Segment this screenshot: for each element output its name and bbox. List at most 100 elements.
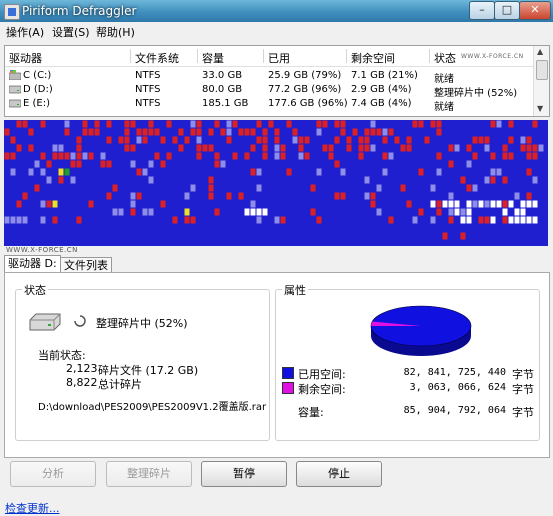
cluster-block xyxy=(298,144,304,152)
cluster-block xyxy=(274,136,280,144)
cluster-block xyxy=(220,128,226,136)
cluster-block xyxy=(406,192,412,200)
cluster-block xyxy=(304,184,310,192)
cluster-block xyxy=(202,144,208,152)
cluster-block xyxy=(418,152,424,160)
cluster-block xyxy=(538,208,544,216)
cluster-block xyxy=(376,120,382,128)
cluster-block xyxy=(148,176,154,184)
pause-button[interactable]: 暂停 xyxy=(201,461,287,487)
column-header-capacity[interactable]: 容量 xyxy=(202,50,224,66)
cluster-block xyxy=(364,144,370,152)
column-header-drive[interactable]: 驱动器 xyxy=(9,50,42,66)
cluster-block xyxy=(70,120,76,128)
cluster-block xyxy=(244,160,250,168)
column-header-used[interactable]: 已用 xyxy=(268,50,290,66)
cluster-block xyxy=(508,192,514,200)
menu-settings[interactable]: 设置(S) xyxy=(52,24,90,40)
minimize-button[interactable]: – xyxy=(469,1,495,20)
close-button[interactable]: ✕ xyxy=(519,1,551,20)
cluster-block xyxy=(16,192,22,200)
cluster-block xyxy=(118,128,124,136)
cluster-block xyxy=(226,216,232,224)
scroll-down-icon[interactable]: ▼ xyxy=(537,104,543,113)
cluster-block xyxy=(442,168,448,176)
cluster-block xyxy=(490,184,496,192)
cluster-block xyxy=(256,160,262,168)
cluster-block xyxy=(442,208,448,216)
cluster-block xyxy=(64,136,70,144)
cluster-block xyxy=(184,152,190,160)
cluster-block xyxy=(358,144,364,152)
cluster-block xyxy=(112,176,118,184)
cluster-block xyxy=(28,176,34,184)
cluster-block xyxy=(406,208,412,216)
cluster-block xyxy=(418,128,424,136)
cluster-block xyxy=(484,136,490,144)
cluster-block xyxy=(334,160,340,168)
title-bar[interactable]: Piriform Defraggler – □ ✕ xyxy=(0,0,553,22)
cluster-block xyxy=(394,128,400,136)
cluster-block xyxy=(508,168,514,176)
cluster-block xyxy=(352,216,358,224)
cluster-block xyxy=(172,200,178,208)
cluster-block xyxy=(58,192,64,200)
cluster-block xyxy=(406,176,412,184)
cluster-block xyxy=(388,120,394,128)
cluster-block xyxy=(376,160,382,168)
cluster-block xyxy=(76,224,82,232)
cluster-block xyxy=(124,192,130,200)
cluster-block xyxy=(478,144,484,152)
cluster-block xyxy=(64,216,70,224)
cluster-block xyxy=(82,128,88,136)
cluster-block xyxy=(514,120,520,128)
cluster-block xyxy=(196,144,202,152)
defrag-button[interactable]: 整理碎片 xyxy=(106,461,192,487)
cluster-block xyxy=(28,136,34,144)
cluster-block xyxy=(148,208,154,216)
check-updates-link[interactable]: 检查更新... xyxy=(5,500,60,516)
analyze-button[interactable]: 分析 xyxy=(10,461,96,487)
drive-list-scrollbar[interactable]: ▲ ▼ xyxy=(533,46,549,116)
cluster-block xyxy=(130,168,136,176)
cluster-block xyxy=(46,120,52,128)
menu-actions[interactable]: 操作(A) xyxy=(6,24,44,40)
cluster-block xyxy=(382,136,388,144)
cluster-block xyxy=(274,208,280,216)
column-header-filesystem[interactable]: 文件系统 xyxy=(135,50,179,66)
cluster-block xyxy=(88,160,94,168)
cluster-block xyxy=(154,184,160,192)
cluster-block xyxy=(268,144,274,152)
drive-list[interactable]: 驱动器 文件系统 容量 已用 剩余空间 状态 WWW.X-FORCE.CN C … xyxy=(4,45,550,117)
cluster-block xyxy=(454,136,460,144)
cluster-block xyxy=(334,216,340,224)
cluster-block xyxy=(40,176,46,184)
cluster-block xyxy=(154,128,160,136)
cluster-block xyxy=(202,232,208,240)
cluster-block xyxy=(298,160,304,168)
cluster-block xyxy=(520,176,526,184)
cluster-block xyxy=(82,144,88,152)
cluster-block xyxy=(412,152,418,160)
scroll-up-icon[interactable]: ▲ xyxy=(537,47,543,56)
tab-file-list[interactable]: 文件列表 xyxy=(60,257,112,273)
maximize-button[interactable]: □ xyxy=(494,1,520,20)
cluster-block xyxy=(478,152,484,160)
cluster-block xyxy=(286,152,292,160)
cluster-block xyxy=(502,200,508,208)
cluster-block xyxy=(112,184,118,192)
stop-button[interactable]: 停止 xyxy=(296,461,382,487)
column-header-free[interactable]: 剩余空间 xyxy=(351,50,395,66)
cluster-block xyxy=(214,208,220,216)
cluster-block xyxy=(238,176,244,184)
cluster-block xyxy=(406,128,412,136)
menu-help[interactable]: 帮助(H) xyxy=(96,24,135,40)
column-header-status[interactable]: 状态 xyxy=(434,50,456,66)
cluster-block xyxy=(16,176,22,184)
cluster-block xyxy=(118,224,124,232)
cluster-block xyxy=(442,224,448,232)
scroll-thumb[interactable] xyxy=(536,60,548,80)
cluster-block xyxy=(370,192,376,200)
cluster-block xyxy=(34,144,40,152)
cluster-block xyxy=(184,144,190,152)
